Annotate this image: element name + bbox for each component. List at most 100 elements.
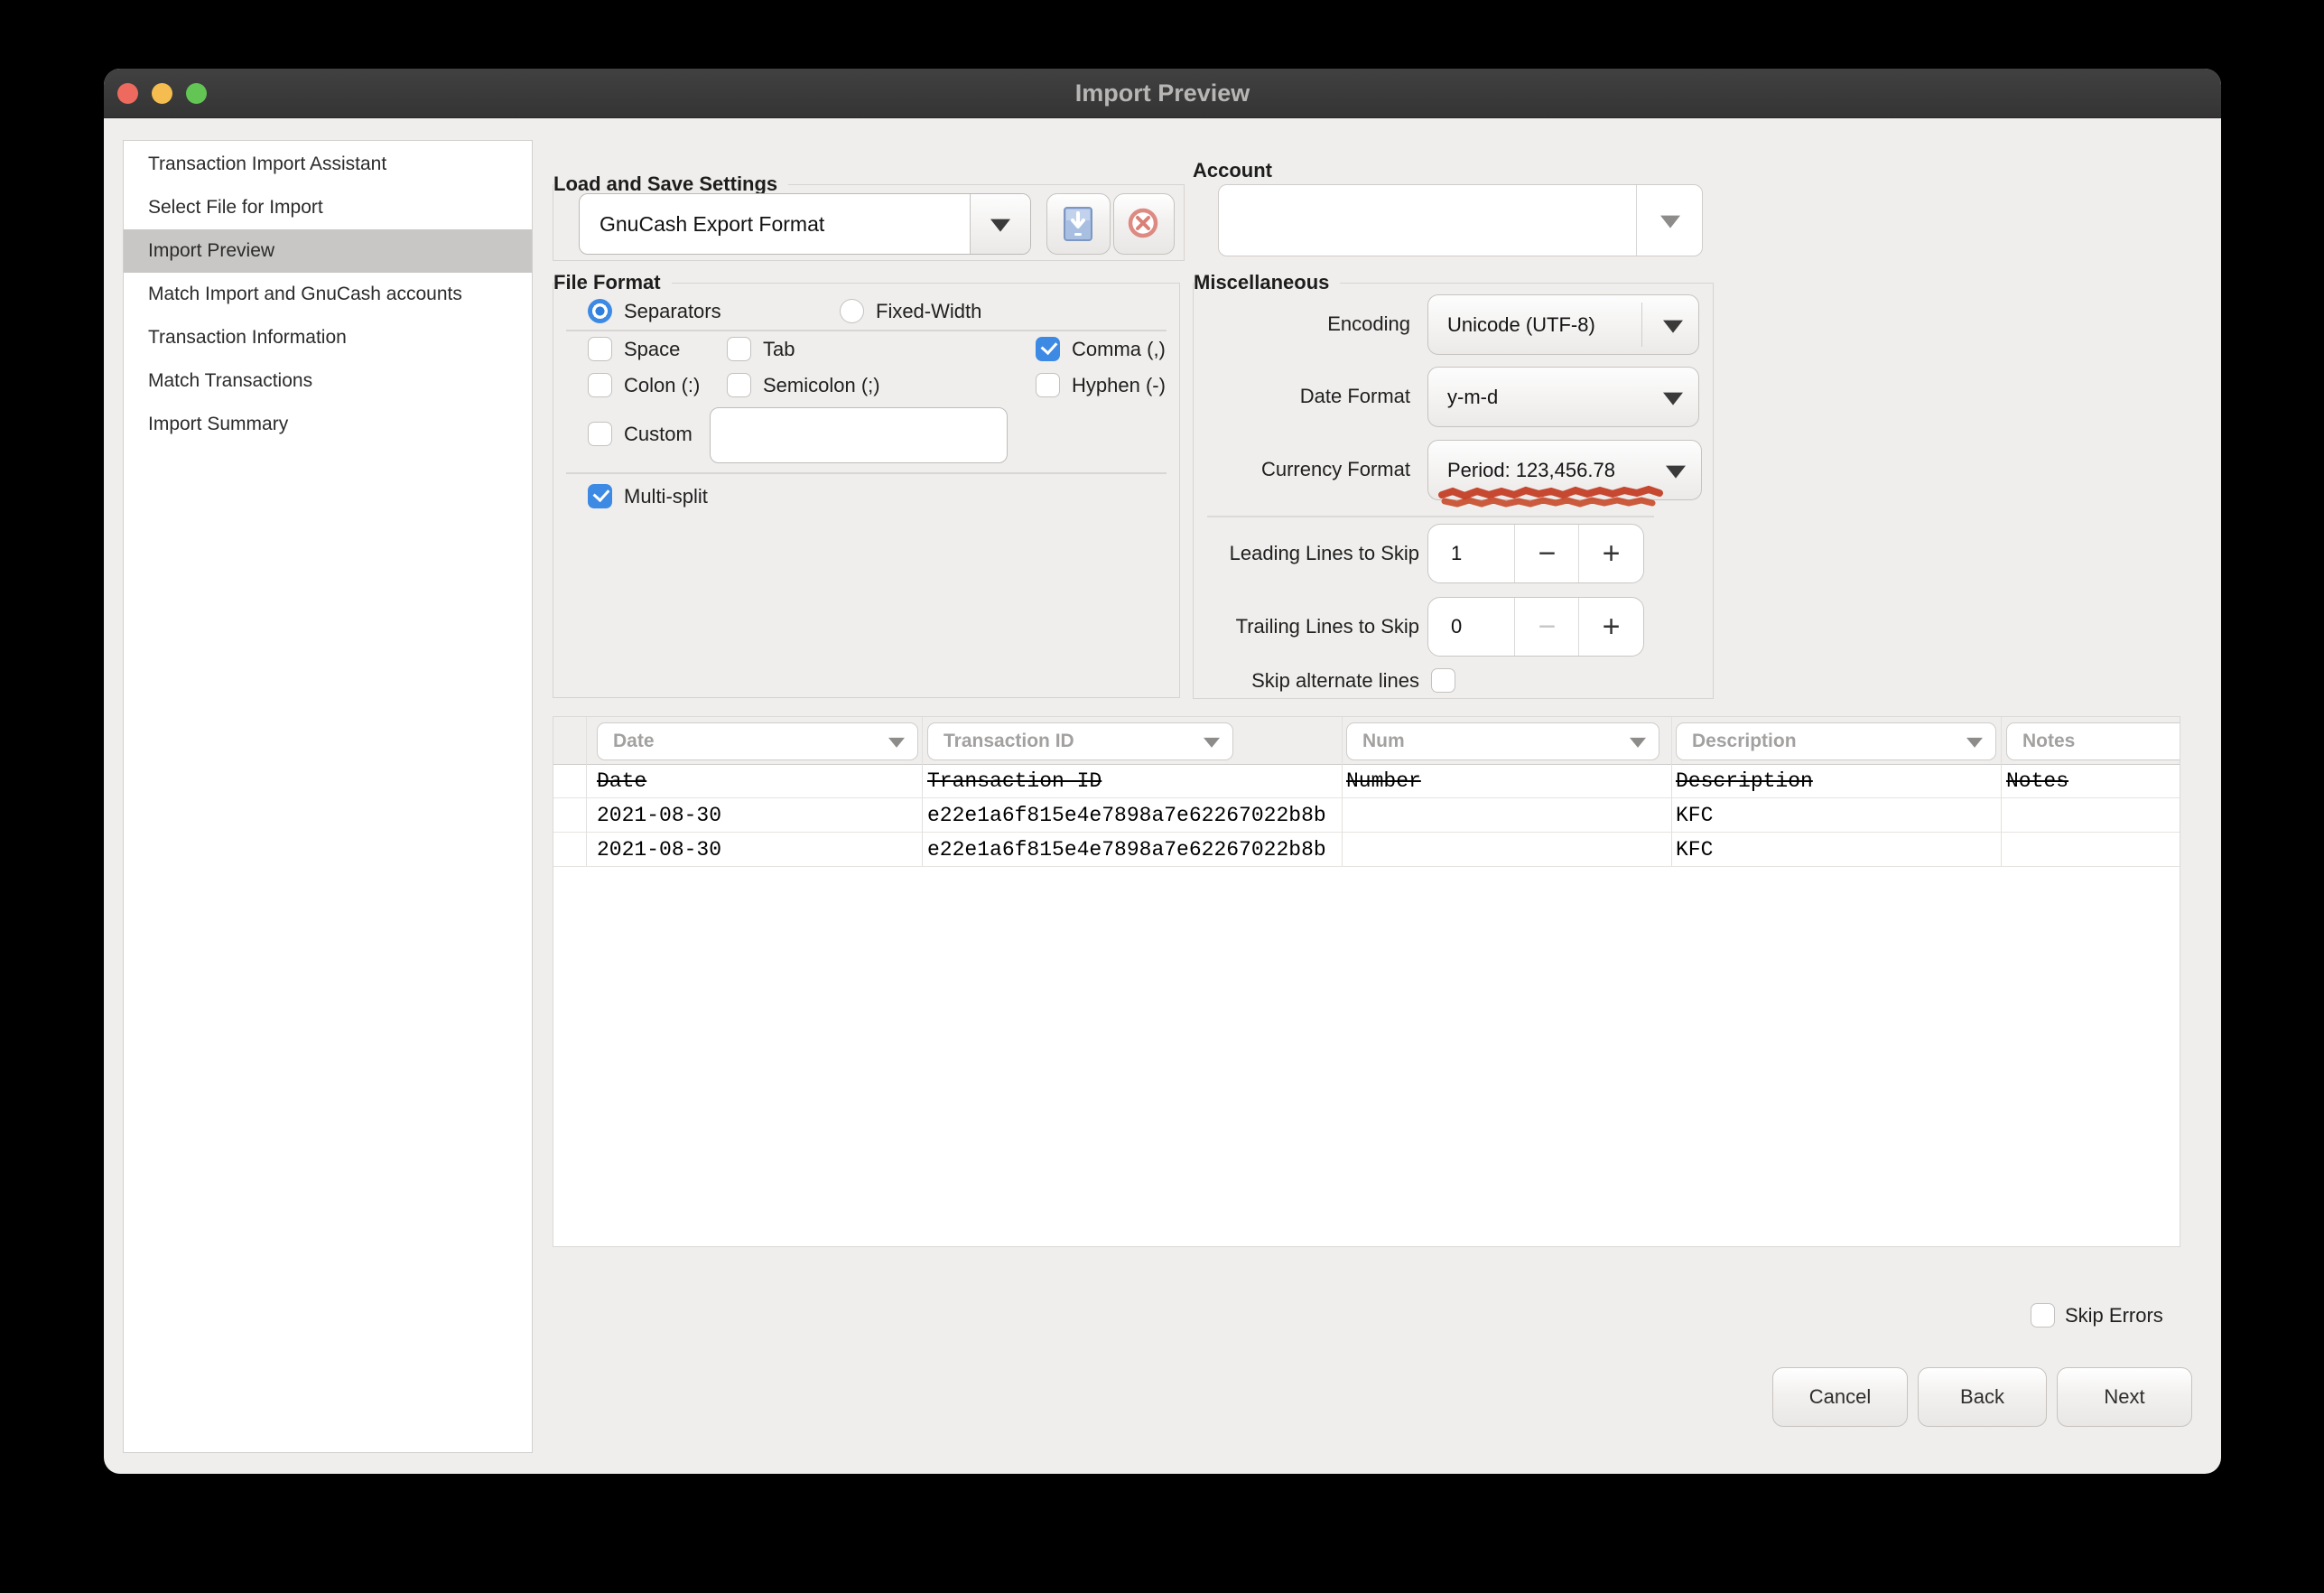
currency-format-dropdown[interactable]: Period: 123,456.78	[1427, 440, 1702, 500]
header-cell-description: Description	[1676, 764, 1813, 798]
chevron-down-icon	[888, 738, 905, 748]
plus-icon: +	[1603, 610, 1621, 645]
screen: Import Preview Transaction Import Assist…	[0, 0, 2324, 1593]
space-checkbox-label[interactable]: Space	[624, 337, 680, 361]
hyphen-checkbox-label[interactable]: Hyphen (-)	[1072, 373, 1166, 397]
decrement-button[interactable]: −	[1514, 598, 1579, 656]
next-button[interactable]: Next	[2057, 1367, 2192, 1427]
skip-errors-label[interactable]: Skip Errors	[2065, 1303, 2163, 1328]
cell-transaction-id: e22e1a6f815e4e7898a7e62267022b8b	[927, 833, 1326, 867]
custom-separator-input[interactable]	[710, 407, 1008, 463]
comma-checkbox[interactable]	[1036, 337, 1060, 361]
num-column-dropdown[interactable]: Num	[1346, 722, 1659, 760]
chevron-down-icon	[1660, 216, 1680, 228]
red-scribble-annotation	[1439, 486, 1694, 511]
increment-button[interactable]: +	[1578, 525, 1643, 582]
separators-radio-label[interactable]: Separators	[624, 299, 721, 323]
custom-checkbox-label[interactable]: Custom	[624, 422, 693, 446]
sidebar-item-import-preview[interactable]: Import Preview	[124, 229, 532, 273]
assistant-steps-sidebar: Transaction Import Assistant Select File…	[123, 140, 533, 1453]
minus-icon: −	[1538, 610, 1557, 645]
colon-checkbox[interactable]	[588, 373, 612, 397]
cell-transaction-id: e22e1a6f815e4e7898a7e62267022b8b	[927, 798, 1326, 833]
load-save-settings-group: Load and Save Settings GnuCash Export Fo…	[553, 184, 1185, 261]
table-row[interactable]: 2021-08-30 e22e1a6f815e4e7898a7e62267022…	[553, 798, 2180, 833]
description-column-dropdown[interactable]: Description	[1676, 722, 1996, 760]
import-preview-window: Import Preview Transaction Import Assist…	[104, 69, 2221, 1474]
file-format-group: File Format Separators Fixed-Width Space…	[553, 283, 1180, 698]
sidebar-item-select-file-for-import[interactable]: Select File for Import	[124, 186, 532, 229]
sidebar-item-match-transactions[interactable]: Match Transactions	[124, 359, 532, 403]
file-format-label: File Format	[553, 269, 672, 296]
settings-template-dropdown-button[interactable]	[970, 194, 1030, 254]
chevron-down-icon	[990, 219, 1010, 232]
cell-description: KFC	[1676, 798, 1713, 833]
skip-alternate-lines-checkbox[interactable]	[1431, 668, 1455, 693]
titlebar: Import Preview	[104, 69, 2221, 118]
back-button[interactable]: Back	[1918, 1367, 2047, 1427]
currency-format-label: Currency Format	[1194, 457, 1410, 481]
decrement-button[interactable]: −	[1514, 525, 1579, 582]
transaction-id-column-dropdown-label: Transaction ID	[944, 723, 1074, 759]
minus-icon: −	[1538, 536, 1557, 572]
tab-checkbox[interactable]	[727, 337, 751, 361]
assistant-step-list: Transaction Import Assistant Select File…	[124, 143, 532, 446]
chevron-down-icon	[1663, 320, 1683, 332]
cancel-button[interactable]: Cancel	[1772, 1367, 1908, 1427]
tab-checkbox-label[interactable]: Tab	[763, 337, 795, 361]
encoding-dropdown[interactable]: Unicode (UTF-8)	[1427, 294, 1699, 355]
transaction-id-column-dropdown[interactable]: Transaction ID	[927, 722, 1233, 760]
date-format-dropdown[interactable]: y-m-d	[1427, 367, 1699, 427]
divider	[1207, 516, 1654, 517]
encoding-label: Encoding	[1194, 312, 1410, 336]
sidebar-item-import-summary[interactable]: Import Summary	[124, 403, 532, 446]
settings-template-value: GnuCash Export Format	[600, 194, 824, 254]
comma-checkbox-label[interactable]: Comma (,)	[1072, 337, 1166, 361]
space-checkbox[interactable]	[588, 337, 612, 361]
semicolon-checkbox-label[interactable]: Semicolon (;)	[763, 373, 880, 397]
sidebar-item-match-import-accounts[interactable]: Match Import and GnuCash accounts	[124, 273, 532, 316]
cell-description: KFC	[1676, 833, 1713, 867]
next-button-label: Next	[2058, 1368, 2191, 1426]
notes-column-dropdown[interactable]: Notes	[2006, 722, 2180, 760]
separators-radio[interactable]	[588, 299, 612, 323]
trailing-lines-spinner: 0 − +	[1427, 597, 1644, 657]
date-format-label: Date Format	[1194, 384, 1410, 408]
back-button-label: Back	[1919, 1368, 2046, 1426]
multi-split-checkbox-label[interactable]: Multi-split	[624, 484, 708, 508]
custom-checkbox[interactable]	[588, 422, 612, 446]
save-settings-button[interactable]	[1046, 193, 1111, 255]
divider	[566, 472, 1167, 474]
settings-template-combobox[interactable]: GnuCash Export Format	[579, 193, 1031, 255]
chevron-down-icon	[1666, 465, 1686, 478]
multi-split-checkbox[interactable]	[588, 484, 612, 508]
header-cell-number: Number	[1346, 764, 1421, 798]
header-cell-date: Date	[597, 764, 646, 798]
delete-settings-button[interactable]	[1113, 193, 1175, 255]
date-column-dropdown-label: Date	[613, 723, 655, 759]
account-combobox[interactable]	[1218, 184, 1703, 256]
table-header-row: Date Transaction ID Number Description N…	[553, 764, 2180, 798]
sidebar-item-transaction-import-assistant[interactable]: Transaction Import Assistant	[124, 143, 532, 186]
cancel-button-label: Cancel	[1773, 1368, 1907, 1426]
miscellaneous-label: Miscellaneous	[1194, 269, 1340, 296]
skip-alternate-lines-label: Skip alternate lines	[1194, 668, 1419, 693]
fixed-width-radio[interactable]	[840, 299, 864, 323]
save-settings-icon	[1061, 206, 1095, 242]
skip-errors-checkbox[interactable]	[2031, 1303, 2055, 1328]
chevron-down-icon	[1630, 738, 1646, 748]
chevron-down-icon	[1966, 738, 1983, 748]
date-column-dropdown[interactable]: Date	[597, 722, 918, 760]
chevron-down-icon	[1663, 392, 1683, 405]
cell-date: 2021-08-30	[597, 798, 721, 833]
colon-checkbox-label[interactable]: Colon (:)	[624, 373, 700, 397]
hyphen-checkbox[interactable]	[1036, 373, 1060, 397]
sidebar-item-transaction-information[interactable]: Transaction Information	[124, 316, 532, 359]
increment-button[interactable]: +	[1578, 598, 1643, 656]
semicolon-checkbox[interactable]	[727, 373, 751, 397]
account-label: Account	[1193, 159, 1272, 182]
table-row[interactable]: 2021-08-30 e22e1a6f815e4e7898a7e62267022…	[553, 833, 2180, 867]
header-cell-transaction-id: Transaction ID	[927, 764, 1102, 798]
notes-column-dropdown-label: Notes	[2022, 723, 2075, 759]
fixed-width-radio-label[interactable]: Fixed-Width	[876, 299, 981, 323]
